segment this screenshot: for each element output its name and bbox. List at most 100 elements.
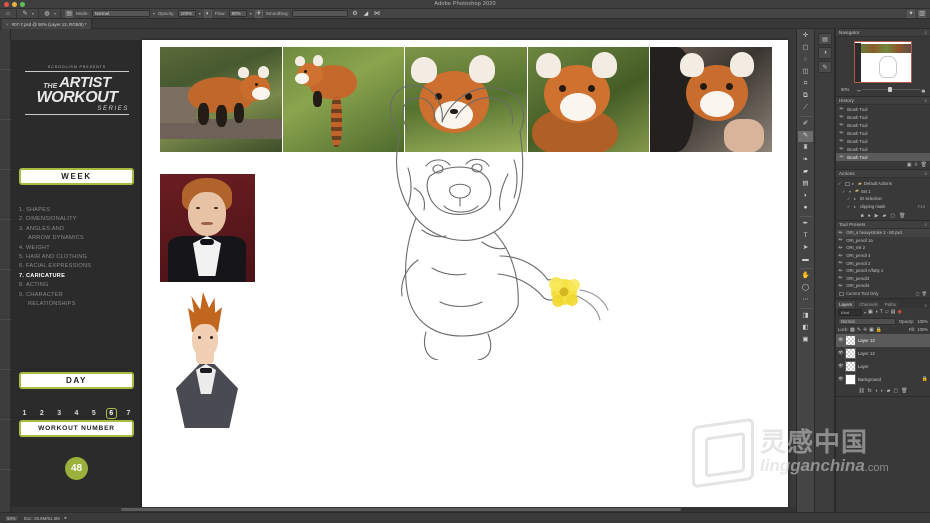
checkmark-icon[interactable]: ✓ [847,204,852,209]
clone-stamp-tool-icon[interactable]: ♜ [798,143,813,154]
opacity-value[interactable]: 100% [917,319,928,324]
tool-preset-item[interactable]: ✎ ORI_a heavystroke 2 - 60 pxd [836,229,930,237]
adjustment-layer-icon[interactable]: ◐ [881,388,884,394]
tool-preset-item[interactable]: ✎ ORI_pencil4 [836,282,930,290]
quick-mask-mode-icon[interactable]: ◧ [798,323,813,334]
type-tool-icon[interactable]: T [798,231,813,242]
create-snapshot-icon[interactable]: ⌾ [915,162,918,168]
blend-mode-select[interactable]: Normal [91,10,150,17]
checkmark-icon[interactable]: ✓ [838,181,843,186]
chevron-right-icon[interactable]: ▸ [854,204,858,209]
chevron-down-icon[interactable]: ▾ [849,189,853,194]
chevron-down-icon[interactable]: ▾ [32,11,34,16]
history-item[interactable]: ✎ Brush Tool [836,105,930,113]
eye-icon[interactable]: 👁 [838,376,844,382]
home-icon[interactable]: ⌂ [4,10,12,18]
layer-row[interactable]: 👁 Layer 12 [836,347,930,360]
layers-panel-footer[interactable]: ⛓ fx ◑ ◐ ▰ ▢ 🗑 [836,386,930,396]
layers-lock-row[interactable]: Lock: ▩ ✎ ✛ ▣ 🔒 Fill: 100% [836,326,930,334]
panel-menu-icon[interactable]: ≡ [924,171,927,176]
artboard[interactable] [142,40,788,512]
navigator-thumbnail[interactable] [854,41,912,83]
hand-tool-icon[interactable]: ✋ [798,271,813,282]
zoom-level-input[interactable]: 50% [4,514,19,522]
history-item-selected[interactable]: ✎ Brush Tool [836,153,930,161]
action-row[interactable]: ✓ ▸ ▰ Default Actions [838,180,928,188]
screen-mode-icon[interactable]: ▣ [798,335,813,346]
chevron-down-icon[interactable]: ▾ [250,11,252,16]
blur-tool-icon[interactable]: ◗ [798,191,813,202]
tool-presets-list[interactable]: ✎ ORI_a heavystroke 2 - 60 pxd ✎ ORI_penci… [836,229,930,290]
actions-panel-footer[interactable]: ■ ● ▶ ▰ ▢ 🗑 [836,212,930,220]
tool-presets-panel[interactable]: Tool Presets ≡ ✎ ORI_a heavystroke 2 - 60… [836,221,930,299]
flow-input[interactable]: 90% [228,10,247,17]
lock-artboard-icon[interactable]: ▣ [869,327,874,333]
path-selection-tool-icon[interactable]: ➤ [798,243,813,254]
tab-paths[interactable]: Paths [881,300,899,308]
navigator-zoom-row[interactable]: 50% ▁ ▄ [838,85,928,94]
tool-preset-item[interactable]: ✎ ORI_pencil 4 [836,252,930,260]
smart-object-filter-icon[interactable]: ▤ [891,309,896,315]
history-item[interactable]: ✎ Brush Tool [836,137,930,145]
navigator-panel-header[interactable]: Navigator ≡ [836,29,930,37]
blend-mode-select[interactable]: Normal [838,317,896,325]
link-layers-icon[interactable]: ⛓ [858,388,864,394]
stop-icon[interactable]: ■ [861,213,864,219]
layers-blend-row[interactable]: Normal Opacity: 100% [836,317,930,326]
panel-menu-icon[interactable]: ≡ [924,30,927,35]
opacity-input[interactable]: 100% [177,10,196,17]
history-panel-footer[interactable]: ▣ ⌾ 🗑 [836,161,930,169]
delete-icon[interactable]: 🗑 [921,162,927,168]
panel-dock-strip[interactable]: ▤ ◑ ✎ [815,29,835,512]
layers-panel[interactable]: Layers Channels Paths ≡ Kind ▾ ▣ ◑ T ▱ ▤… [836,298,930,397]
navigator-panel[interactable]: Navigator ≡ 50% ▁ ▄ [836,29,930,97]
actions-panel-header[interactable]: Actions ≡ [836,170,930,178]
zoom-slider-knob[interactable] [888,86,893,92]
type-filter-icon[interactable]: T [880,309,883,315]
chevron-right-icon[interactable]: ▸ [854,196,858,201]
tool-preset-item[interactable]: ✎ ORI_pencil 2 [836,259,930,267]
layer-mask-icon[interactable]: ◑ [875,388,878,394]
panel-menu-icon[interactable]: ≡ [924,303,930,308]
shape-tool-icon[interactable]: ▬ [798,255,813,266]
zoom-in-icon[interactable]: ▄ [922,87,925,92]
filter-toggle-icon[interactable]: ◉ [897,309,901,315]
tab-layers[interactable]: Layers [836,300,856,308]
object-selection-tool-icon[interactable]: ◫ [798,67,813,78]
tool-preset-item[interactable]: ✎ ORI_pencil A/fatty 1 [836,267,930,275]
history-item[interactable]: ✎ Brush Tool [836,129,930,137]
panel-menu-icon[interactable]: ≡ [924,98,927,103]
pressure-opacity-icon[interactable]: ◐ [203,9,212,18]
crop-tool-icon[interactable]: ⌗ [798,79,813,90]
lock-image-icon[interactable]: ✎ [857,327,861,333]
dock-adjustments-icon[interactable]: ◑ [818,47,832,59]
zoom-out-icon[interactable]: ▁ [857,86,860,92]
chevron-down-icon[interactable]: ▾ [199,11,201,16]
scrollbar-thumb[interactable] [121,508,681,511]
tools-palette[interactable]: ✛ ▢ ◌ ◫ ⌗ ⧉ ⟋ ✐ ✎ ♜ ❧ ▰ ▤ ◗ ● ✒ T ➤ ▬ ✋ … [796,29,815,512]
spot-healing-brush-tool-icon[interactable]: ✐ [798,119,813,130]
delete-layer-icon[interactable]: 🗑 [901,388,907,394]
move-tool-icon[interactable]: ✛ [798,31,813,42]
chevron-right-icon[interactable]: ▸ [852,181,856,186]
layer-row[interactable]: 👁 Background 🔒 [836,373,930,386]
action-row[interactable]: ✓ ▸ clipping mask F10 [838,203,928,211]
checkmark-icon[interactable]: ✓ [847,196,852,201]
adjustment-filter-icon[interactable]: ◑ [875,309,878,315]
history-list[interactable]: ✎ Brush Tool ✎ Brush Tool ✎ Brush Tool ✎ Bru… [836,105,930,161]
layers-filter-row[interactable]: Kind ▾ ▣ ◑ T ▱ ▤ ◉ [836,308,930,317]
new-set-icon[interactable]: ▰ [882,213,886,219]
layer-row-selected[interactable]: 👁 Layer 13 [836,333,930,347]
brush-settings-icon[interactable]: ▤ [65,9,74,18]
right-panel-dock[interactable]: Navigator ≡ 50% ▁ ▄ History ≡ ✎ Brush To… [835,29,930,512]
tool-presets-footer[interactable]: Current Tool Only ▢ 🗑 [836,290,930,298]
panel-menu-icon[interactable]: ≡ [924,222,927,227]
chevron-down-icon[interactable]: ▾ [153,11,155,16]
chevron-down-icon[interactable]: ▾ [54,11,56,16]
tool-preset-item[interactable]: ✎ ORI_pencil3 [836,275,930,283]
edit-toolbar-icon[interactable]: ⋯ [798,295,813,306]
dock-brush-settings-icon[interactable]: ✎ [818,61,832,73]
new-action-icon[interactable]: ▢ [890,213,895,219]
history-item[interactable]: ✎ Brush Tool [836,145,930,153]
gradient-tool-icon[interactable]: ▤ [798,179,813,190]
